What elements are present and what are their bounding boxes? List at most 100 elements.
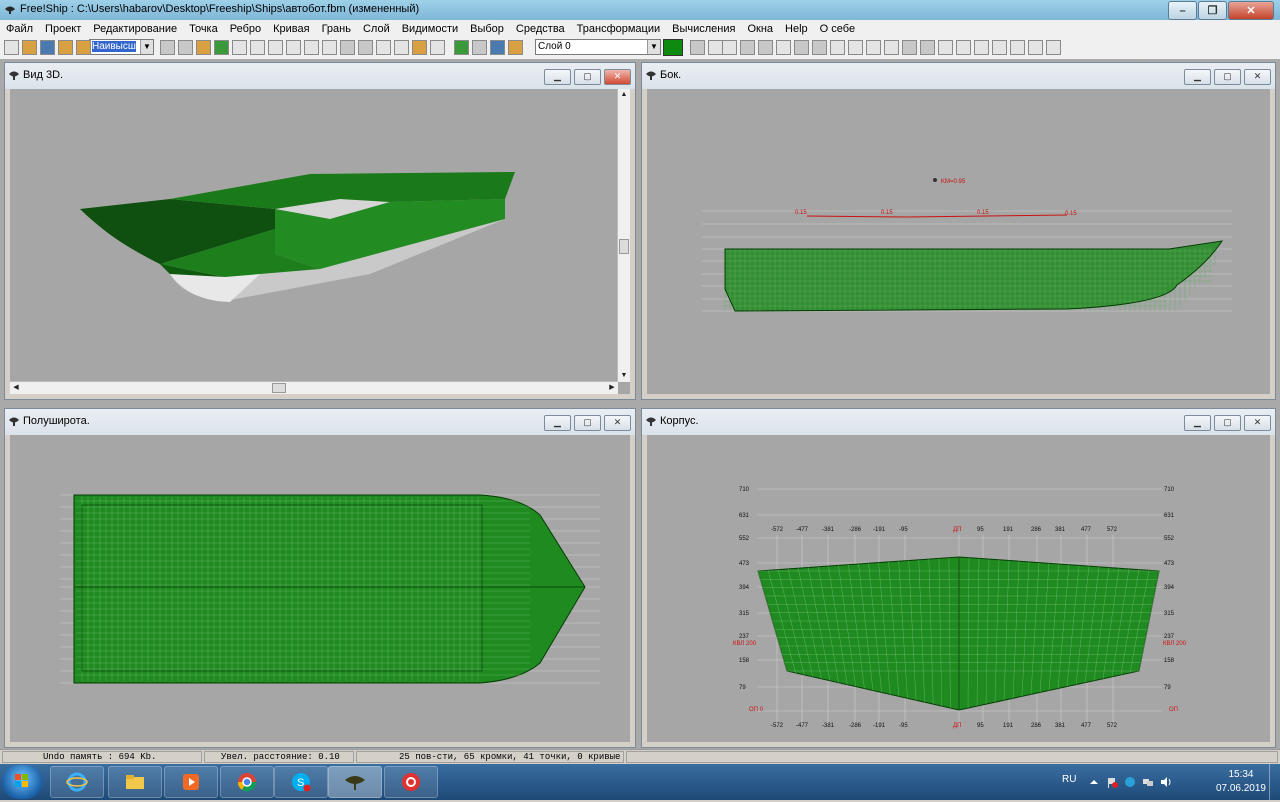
menu-item[interactable]: Редактирование xyxy=(87,23,183,35)
toolbar-tool-icon[interactable] xyxy=(938,40,953,55)
scroll-left-icon[interactable]: ◀ xyxy=(10,382,22,394)
network-icon[interactable] xyxy=(1142,776,1154,788)
toolbar-tool-icon[interactable] xyxy=(76,40,91,55)
precision-combo[interactable]: Наивысш ▼ xyxy=(89,39,154,55)
side-view-close-button[interactable]: ✕ xyxy=(1244,69,1271,85)
half-breadth-maximize-button[interactable]: ▢ xyxy=(574,415,601,431)
view-3d-canvas[interactable]: ▲ ▼ ◀ ▶ xyxy=(10,89,630,394)
toolbar-tool-icon[interactable] xyxy=(830,40,845,55)
taskbar-skype[interactable]: S xyxy=(274,766,328,798)
toolbar-tool-icon[interactable] xyxy=(40,40,55,55)
toolbar-tool-icon[interactable] xyxy=(232,40,247,55)
menu-item[interactable]: Вычисления xyxy=(666,23,741,35)
body-plan-minimize-button[interactable]: ▁ xyxy=(1184,415,1211,431)
taskbar-explorer[interactable] xyxy=(108,766,162,798)
toolbar-tool-icon[interactable] xyxy=(740,40,755,55)
menu-item[interactable]: Грань xyxy=(316,23,357,35)
show-desktop-button[interactable] xyxy=(1269,764,1280,800)
restore-button[interactable]: ❐ xyxy=(1198,1,1227,20)
taskbar-media-player[interactable] xyxy=(164,766,218,798)
menu-item[interactable]: Выбор xyxy=(464,23,510,35)
toolbar-tool-icon[interactable] xyxy=(690,40,705,55)
taskbar-red-app[interactable] xyxy=(384,766,438,798)
scroll-up-icon[interactable]: ▲ xyxy=(618,89,630,101)
toolbar-tool-icon[interactable] xyxy=(22,40,37,55)
toolbar-tool-icon[interactable] xyxy=(472,40,487,55)
menu-item[interactable]: О себе xyxy=(814,23,861,35)
toolbar-tool-icon[interactable] xyxy=(920,40,935,55)
toolbar-tool-icon[interactable] xyxy=(1046,40,1061,55)
view-3d-horizontal-scrollbar[interactable]: ◀ ▶ xyxy=(10,381,618,394)
half-breadth-close-button[interactable]: ✕ xyxy=(604,415,631,431)
toolbar-tool-icon[interactable] xyxy=(178,40,193,55)
toolbar-tool-icon[interactable] xyxy=(376,40,391,55)
menu-item[interactable]: Средства xyxy=(510,23,571,35)
body-plan-canvas[interactable]: 710 631 552 473 394 315 237 158 79 710 631 552 473 39… xyxy=(647,435,1270,742)
toolbar-tool-icon[interactable] xyxy=(196,40,211,55)
toolbar-tool-icon[interactable] xyxy=(454,40,469,55)
scroll-right-icon[interactable]: ▶ xyxy=(606,382,618,394)
tray-flag-icon[interactable] xyxy=(1106,776,1118,788)
layer-color-swatch[interactable] xyxy=(663,39,683,56)
scroll-thumb[interactable] xyxy=(619,239,629,254)
layer-combo[interactable]: Слой 0 ▼ xyxy=(535,39,661,55)
side-view-maximize-button[interactable]: ▢ xyxy=(1214,69,1241,85)
tray-app-icon[interactable] xyxy=(1124,776,1136,788)
menu-item[interactable]: Файл xyxy=(0,23,39,35)
language-indicator[interactable]: RU xyxy=(1062,774,1076,785)
half-breadth-minimize-button[interactable]: ▁ xyxy=(544,415,571,431)
toolbar-tool-icon[interactable] xyxy=(956,40,971,55)
toolbar-tool-icon[interactable] xyxy=(1010,40,1025,55)
toolbar-tool-icon[interactable] xyxy=(848,40,863,55)
toolbar-tool-icon[interactable] xyxy=(250,40,265,55)
toolbar-tool-icon[interactable] xyxy=(286,40,301,55)
toolbar-tool-icon[interactable] xyxy=(794,40,809,55)
menu-item[interactable]: Видимости xyxy=(396,23,464,35)
toolbar-tool-icon[interactable] xyxy=(160,40,175,55)
menu-item[interactable]: Help xyxy=(779,23,814,35)
clock[interactable]: 15:34 07.06.2019 xyxy=(1216,768,1266,796)
toolbar-tool-icon[interactable] xyxy=(322,40,337,55)
view-3d-vertical-scrollbar[interactable]: ▲ ▼ xyxy=(617,89,630,382)
toolbar-tool-icon[interactable] xyxy=(268,40,283,55)
body-plan-maximize-button[interactable]: ▢ xyxy=(1214,415,1241,431)
toolbar-tool-icon[interactable] xyxy=(992,40,1007,55)
scroll-down-icon[interactable]: ▼ xyxy=(618,370,630,382)
half-breadth-canvas[interactable] xyxy=(10,435,630,742)
close-button[interactable]: ✕ xyxy=(1228,1,1274,20)
taskbar-ie[interactable] xyxy=(50,766,104,798)
menu-item[interactable]: Ребро xyxy=(224,23,267,35)
volume-icon[interactable] xyxy=(1160,776,1172,788)
menu-item[interactable]: Трансформации xyxy=(571,23,666,35)
toolbar-tool-icon[interactable] xyxy=(4,40,19,55)
toolbar-tool-icon[interactable] xyxy=(214,40,229,55)
start-button[interactable] xyxy=(2,765,42,799)
toolbar-tool-icon[interactable] xyxy=(340,40,355,55)
toolbar-tool-icon[interactable] xyxy=(58,40,73,55)
toolbar-tool-icon[interactable] xyxy=(776,40,791,55)
toolbar-tool-icon[interactable] xyxy=(974,40,989,55)
minimize-button[interactable]: – xyxy=(1168,1,1197,20)
toolbar-tool-icon[interactable] xyxy=(866,40,881,55)
taskbar-freeship[interactable] xyxy=(328,766,382,798)
toolbar-tool-icon[interactable] xyxy=(508,40,523,55)
toolbar-tool-icon[interactable] xyxy=(884,40,899,55)
view-3d-maximize-button[interactable]: ▢ xyxy=(574,69,601,85)
menu-item[interactable]: Окна xyxy=(741,23,779,35)
toolbar-tool-icon[interactable] xyxy=(358,40,373,55)
toolbar-tool-icon[interactable] xyxy=(412,40,427,55)
toolbar-tool-icon[interactable] xyxy=(902,40,917,55)
menu-item[interactable]: Слой xyxy=(357,23,396,35)
toolbar-tool-icon[interactable] xyxy=(1028,40,1043,55)
menu-item[interactable]: Кривая xyxy=(267,23,315,35)
scroll-thumb[interactable] xyxy=(272,383,286,393)
menu-item[interactable]: Точка xyxy=(183,23,224,35)
side-view-minimize-button[interactable]: ▁ xyxy=(1184,69,1211,85)
toolbar-tool-icon[interactable] xyxy=(394,40,409,55)
toolbar-tool-icon[interactable] xyxy=(490,40,505,55)
toolbar-tool-icon[interactable] xyxy=(812,40,827,55)
side-view-canvas[interactable]: KM=0.95 0.15 0.15 0.15 0.15 xyxy=(647,89,1270,394)
toolbar-tool-icon[interactable] xyxy=(430,40,445,55)
view-3d-close-button[interactable]: ✕ xyxy=(604,69,631,85)
tray-expand-icon[interactable] xyxy=(1088,776,1100,788)
